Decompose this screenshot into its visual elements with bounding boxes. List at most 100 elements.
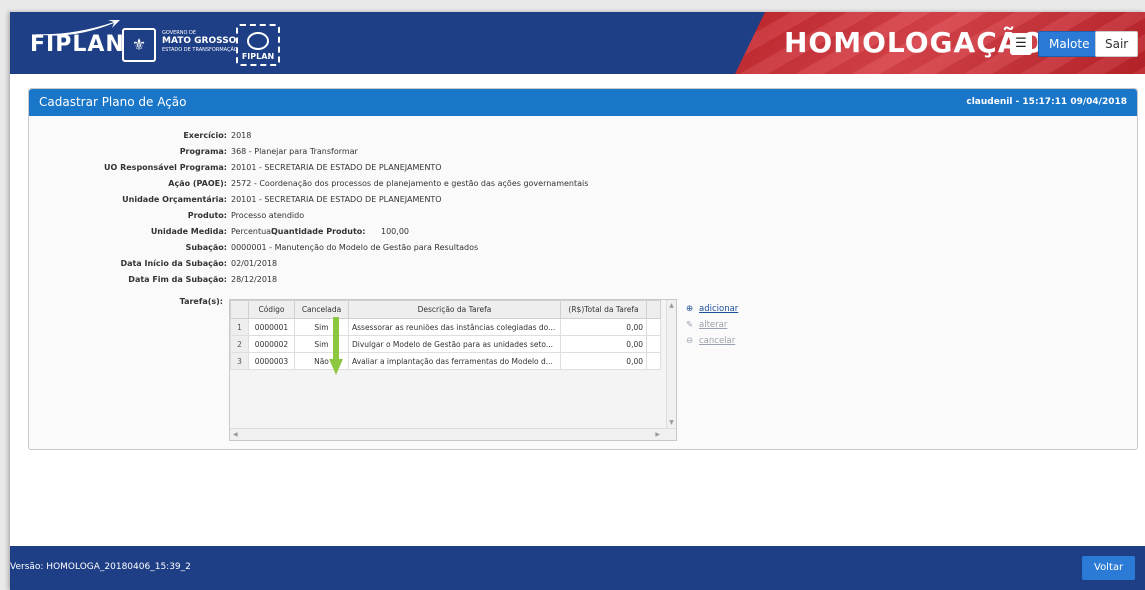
grid-actions: ⊕ adicionar ✎ alterar ⊖ cancelar (686, 301, 738, 349)
field-tarefas: Tarefa(s): (29, 297, 229, 309)
version-label: Versão: HOMOLOGA_20180406_15:39_2 (10, 562, 191, 572)
column-header-cancelada[interactable]: Cancelada (294, 300, 349, 319)
panel-title: Cadastrar Plano de Ação (39, 95, 187, 109)
field-label: Data Fim da Subação: (128, 275, 227, 284)
field-subacao: Subação: 0000001 - Manutenção do Modelo … (29, 243, 1129, 255)
field-label: Produto: (187, 211, 227, 220)
cell-filler (646, 318, 661, 336)
malote-button[interactable]: Malote (1038, 31, 1101, 57)
row-number: 3 (230, 352, 249, 370)
field-label: Programa: (179, 147, 227, 156)
tarefas-table: Código Cancelada Descrição da Tarefa (R$… (230, 300, 661, 370)
cell-codigo: 0000001 (248, 318, 295, 336)
field-acao: Ação (PAOE): 2572 - Coordenação dos proc… (29, 179, 1129, 191)
government-label: GOVERNO DE MATO GROSSO ESTADO DE TRANSFO… (162, 30, 238, 53)
cell-total: 0,00 (560, 318, 647, 336)
field-value: 368 - Planejar para Transformar (231, 147, 358, 156)
footer-bar: Versão: HOMOLOGA_20180406_15:39_2 Voltar (10, 546, 1145, 590)
cell-total: 0,00 (560, 335, 647, 353)
sair-button[interactable]: Sair (1095, 31, 1139, 57)
row-number: 1 (230, 318, 249, 336)
table-header-row: Código Cancelada Descrição da Tarefa (R$… (230, 300, 661, 319)
quantidade-produto-value: 100,00 (381, 227, 409, 236)
vertical-scrollbar[interactable]: ▲ ▼ (666, 300, 676, 428)
state-coat-of-arms-icon: ⚜ (122, 28, 156, 62)
cell-total: 0,00 (560, 352, 647, 370)
field-value: 20101 - SECRETARIA DE ESTADO DE PLANEJAM… (231, 195, 442, 204)
horizontal-scrollbar[interactable]: ◀ ▶ (230, 428, 676, 440)
user-session-info: claudenil - 15:17:11 09/04/2018 (966, 97, 1127, 107)
field-label: Exercício: (183, 131, 227, 140)
alterar-label: alterar (699, 320, 728, 330)
field-unidade-orcamentaria: Unidade Orçamentária: 20101 - SECRETARIA… (29, 195, 1129, 207)
row-number-header (230, 300, 249, 319)
scroll-down-icon[interactable]: ▼ (667, 419, 676, 426)
quantidade-produto-label: Quantidade Produto: (271, 227, 366, 236)
cell-descricao: Divulgar o Modelo de Gestão para as unid… (348, 335, 561, 353)
column-header-filler (646, 300, 661, 319)
field-label: Tarefa(s): (179, 297, 223, 306)
column-header-codigo[interactable]: Código (248, 300, 295, 319)
plus-circle-icon: ⊕ (686, 304, 694, 314)
menu-icon: ☰ (1015, 36, 1027, 51)
scroll-right-icon[interactable]: ▶ (655, 431, 660, 438)
field-label: Ação (PAOE): (168, 179, 227, 188)
field-value: 2572 - Coordenação dos processos de plan… (231, 179, 589, 188)
field-value: 20101 - SECRETARIA DE ESTADO DE PLANEJAM… (231, 163, 442, 172)
alterar-link[interactable]: ✎ alterar (686, 317, 738, 333)
cell-filler (646, 352, 661, 370)
menu-button[interactable]: ☰ (1010, 33, 1032, 55)
cell-descricao: Avaliar a implantação das ferramentas do… (348, 352, 561, 370)
scroll-left-icon[interactable]: ◀ (233, 431, 238, 438)
field-label: Unidade Orçamentária: (122, 195, 227, 204)
voltar-button[interactable]: Voltar (1082, 556, 1136, 580)
field-value: 0000001 - Manutenção do Modelo de Gestão… (231, 243, 479, 252)
badge-text: FIPLAN (241, 52, 275, 61)
app-frame: FIPLAN ⚜ GOVERNO DE MATO GROSSO ESTADO D… (10, 12, 1145, 590)
pencil-icon: ✎ (686, 320, 694, 330)
field-label: Data Início da Subação: (120, 259, 227, 268)
table-row[interactable]: 1 0000001 Sim Assessorar as reuniões das… (230, 318, 661, 336)
form-panel: Cadastrar Plano de Ação claudenil - 15:1… (28, 88, 1138, 450)
field-label: Unidade Medida: (150, 227, 227, 236)
tarefas-grid: Código Cancelada Descrição da Tarefa (R$… (229, 299, 677, 441)
table-row[interactable]: 3 0000003 Não Avaliar a implantação das … (230, 352, 661, 370)
field-label: UO Responsável Programa: (104, 163, 227, 172)
cell-descricao: Assessorar as reuniões das instâncias co… (348, 318, 561, 336)
field-value: Percentual (231, 227, 274, 236)
field-value: 02/01/2018 (231, 259, 278, 268)
cancelar-link[interactable]: ⊖ cancelar (686, 333, 738, 349)
adicionar-label: adicionar (699, 304, 739, 314)
fiplan-stamp-logo: FIPLAN (236, 24, 280, 66)
field-data-fim: Data Fim da Subação: 28/12/2018 (29, 275, 1129, 287)
adicionar-link[interactable]: ⊕ adicionar (686, 301, 738, 317)
cancelar-label: cancelar (699, 336, 736, 346)
panel-header: Cadastrar Plano de Ação claudenil - 15:1… (29, 89, 1137, 116)
scroll-up-icon[interactable]: ▲ (667, 302, 676, 309)
green-arrow-icon (329, 317, 343, 375)
field-exercicio: Exercício: 2018 (29, 131, 1129, 143)
field-data-inicio: Data Início da Subação: 02/01/2018 (29, 259, 1129, 271)
field-unidade-medida: Unidade Medida: Percentual Quantidade Pr… (29, 227, 1129, 239)
field-value: 28/12/2018 (231, 275, 278, 284)
field-uo-responsavel: UO Responsável Programa: 20101 - SECRETA… (29, 163, 1129, 175)
cell-codigo: 0000002 (248, 335, 295, 353)
fiplan-logo: FIPLAN (30, 20, 125, 57)
minus-circle-icon: ⊖ (686, 336, 694, 346)
swoosh-icon (34, 20, 120, 36)
field-programa: Programa: 368 - Planejar para Transforma… (29, 147, 1129, 159)
column-header-total[interactable]: (R$)Total da Tarefa (560, 300, 647, 319)
gov-line2: MATO GROSSO (162, 36, 237, 46)
gov-line3: ESTADO DE TRANSFORMAÇÃO (162, 47, 238, 53)
field-value: Processo atendido (231, 211, 305, 220)
field-value: 2018 (231, 131, 252, 140)
row-number: 2 (230, 335, 249, 353)
field-label: Subação: (185, 243, 227, 252)
field-produto: Produto: Processo atendido (29, 211, 1129, 223)
cell-codigo: 0000003 (248, 352, 295, 370)
cell-filler (646, 335, 661, 353)
environment-title: HOMOLOGAÇÃO (784, 26, 1046, 59)
column-header-descricao[interactable]: Descrição da Tarefa (348, 300, 561, 319)
top-header: FIPLAN ⚜ GOVERNO DE MATO GROSSO ESTADO D… (10, 12, 1145, 74)
table-row[interactable]: 2 0000002 Sim Divulgar o Modelo de Gestã… (230, 335, 661, 353)
